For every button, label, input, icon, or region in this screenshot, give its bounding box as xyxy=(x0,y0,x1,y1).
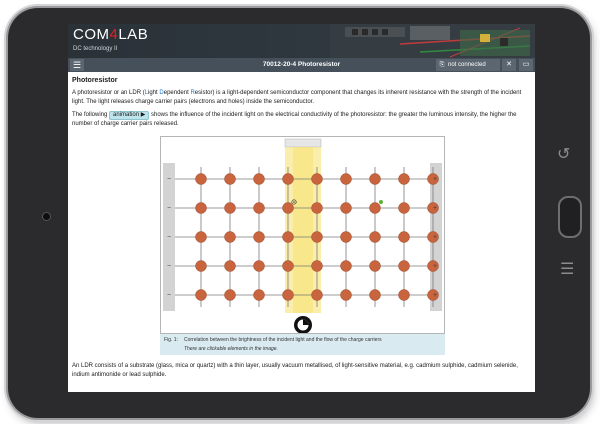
lattice-atom xyxy=(311,202,323,214)
lattice-atom xyxy=(253,289,265,301)
ldr-materials-text: An LDR consists of a substrate (glass, m… xyxy=(72,362,532,379)
lattice-atom xyxy=(253,202,265,214)
lattice-atom xyxy=(253,173,265,185)
connection-status[interactable]: ⎘ not connected xyxy=(436,59,500,71)
figure-number: Fig. 1: xyxy=(164,337,178,343)
menu-button[interactable]: ☰ xyxy=(70,59,84,71)
lattice-atom xyxy=(398,231,410,243)
ldr-animation-figure[interactable]: − + − + − + − + − + xyxy=(160,136,445,334)
animation-paragraph: The following animation ▶ shows the infl… xyxy=(72,111,517,128)
lattice-atom xyxy=(340,260,352,272)
lattice-atom xyxy=(369,289,381,301)
lattice-atom xyxy=(253,260,265,272)
connection-icon: ⎘ xyxy=(439,62,445,68)
home-hw-button[interactable] xyxy=(558,196,582,238)
lattice-atom xyxy=(282,173,294,185)
back-hw-icon[interactable]: ↺ xyxy=(557,147,570,163)
folder-icon: ▭ xyxy=(522,61,530,68)
minus-sign: − xyxy=(167,205,171,212)
figure-caption-text: Correlation between the brightness of th… xyxy=(184,337,382,343)
open-folder-button[interactable]: ▭ xyxy=(519,59,533,71)
lattice-atom xyxy=(311,289,323,301)
lattice-atom xyxy=(282,231,294,243)
lattice-atom xyxy=(398,173,410,185)
intro-paragraph: A photoresistor or an LDR (Light Depende… xyxy=(72,90,522,105)
minus-sign: − xyxy=(167,292,171,299)
lattice-atom xyxy=(195,260,207,272)
electron-carrier xyxy=(379,200,383,204)
section-heading: Photoresistor xyxy=(72,77,118,84)
minus-sign: − xyxy=(167,234,171,241)
lattice-atom xyxy=(398,289,410,301)
hole-carrier-dot xyxy=(293,201,295,203)
figure-caption-note: There are clickable elements in the imag… xyxy=(184,346,278,352)
lattice-atom xyxy=(195,173,207,185)
lattice-atom xyxy=(224,231,236,243)
front-camera xyxy=(42,212,51,221)
minus-sign: − xyxy=(167,263,171,270)
lattice-atom xyxy=(398,202,410,214)
app-screen: COM4LAB DC technology II ☰ 70012-20-4 Ph… xyxy=(68,24,535,392)
lattice-atom xyxy=(398,260,410,272)
recents-hw-icon[interactable]: ☰ xyxy=(560,262,574,278)
lattice-atom xyxy=(369,231,381,243)
plus-sign: + xyxy=(433,234,437,241)
lattice-atom xyxy=(195,231,207,243)
lattice-atom xyxy=(224,260,236,272)
plus-sign: + xyxy=(433,176,437,183)
animation-link-button[interactable]: animation ▶ xyxy=(109,111,150,121)
lattice-atom xyxy=(195,289,207,301)
lattice-atom xyxy=(224,289,236,301)
lattice-atom xyxy=(369,173,381,185)
lattice-atom xyxy=(340,173,352,185)
lattice-atom xyxy=(282,289,294,301)
lattice-atom xyxy=(282,260,294,272)
light-source-lamp[interactable] xyxy=(284,138,322,148)
main-content: Photoresistor A photoresistor or an LDR … xyxy=(72,76,532,134)
materials-paragraph: An LDR consists of a substrate (glass, m… xyxy=(72,363,518,378)
lattice-atom xyxy=(253,231,265,243)
plus-sign: + xyxy=(433,263,437,270)
light-beam-core xyxy=(293,147,313,313)
figure-caption: Fig. 1: Correlation between the brightne… xyxy=(160,334,445,355)
lattice-atom xyxy=(340,231,352,243)
lattice-atom xyxy=(369,202,381,214)
app-header: COM4LAB DC technology II xyxy=(68,24,535,58)
minus-sign: − xyxy=(167,176,171,183)
lattice-atom xyxy=(340,289,352,301)
lattice-atom xyxy=(369,260,381,272)
lattice-atom xyxy=(311,173,323,185)
header-circuit-image xyxy=(330,24,535,58)
course-title: DC technology II xyxy=(73,46,118,52)
toolbar: ☰ 70012-20-4 Photoresistor ⎘ not connecte… xyxy=(68,58,535,72)
plus-sign: + xyxy=(433,292,437,299)
plus-sign: + xyxy=(433,205,437,212)
speaker-icon: ✕ xyxy=(506,61,512,68)
lattice-atom xyxy=(340,202,352,214)
app-logo: COM4LAB xyxy=(73,26,149,43)
mute-button[interactable]: ✕ xyxy=(502,59,516,71)
lattice-atom xyxy=(311,231,323,243)
lattice-atom xyxy=(282,202,294,214)
lattice-atom xyxy=(195,202,207,214)
lattice-atom xyxy=(224,173,236,185)
lattice-svg[interactable]: − + − + − + − + − + xyxy=(161,137,444,333)
lattice-atom xyxy=(224,202,236,214)
lattice-atom xyxy=(311,260,323,272)
